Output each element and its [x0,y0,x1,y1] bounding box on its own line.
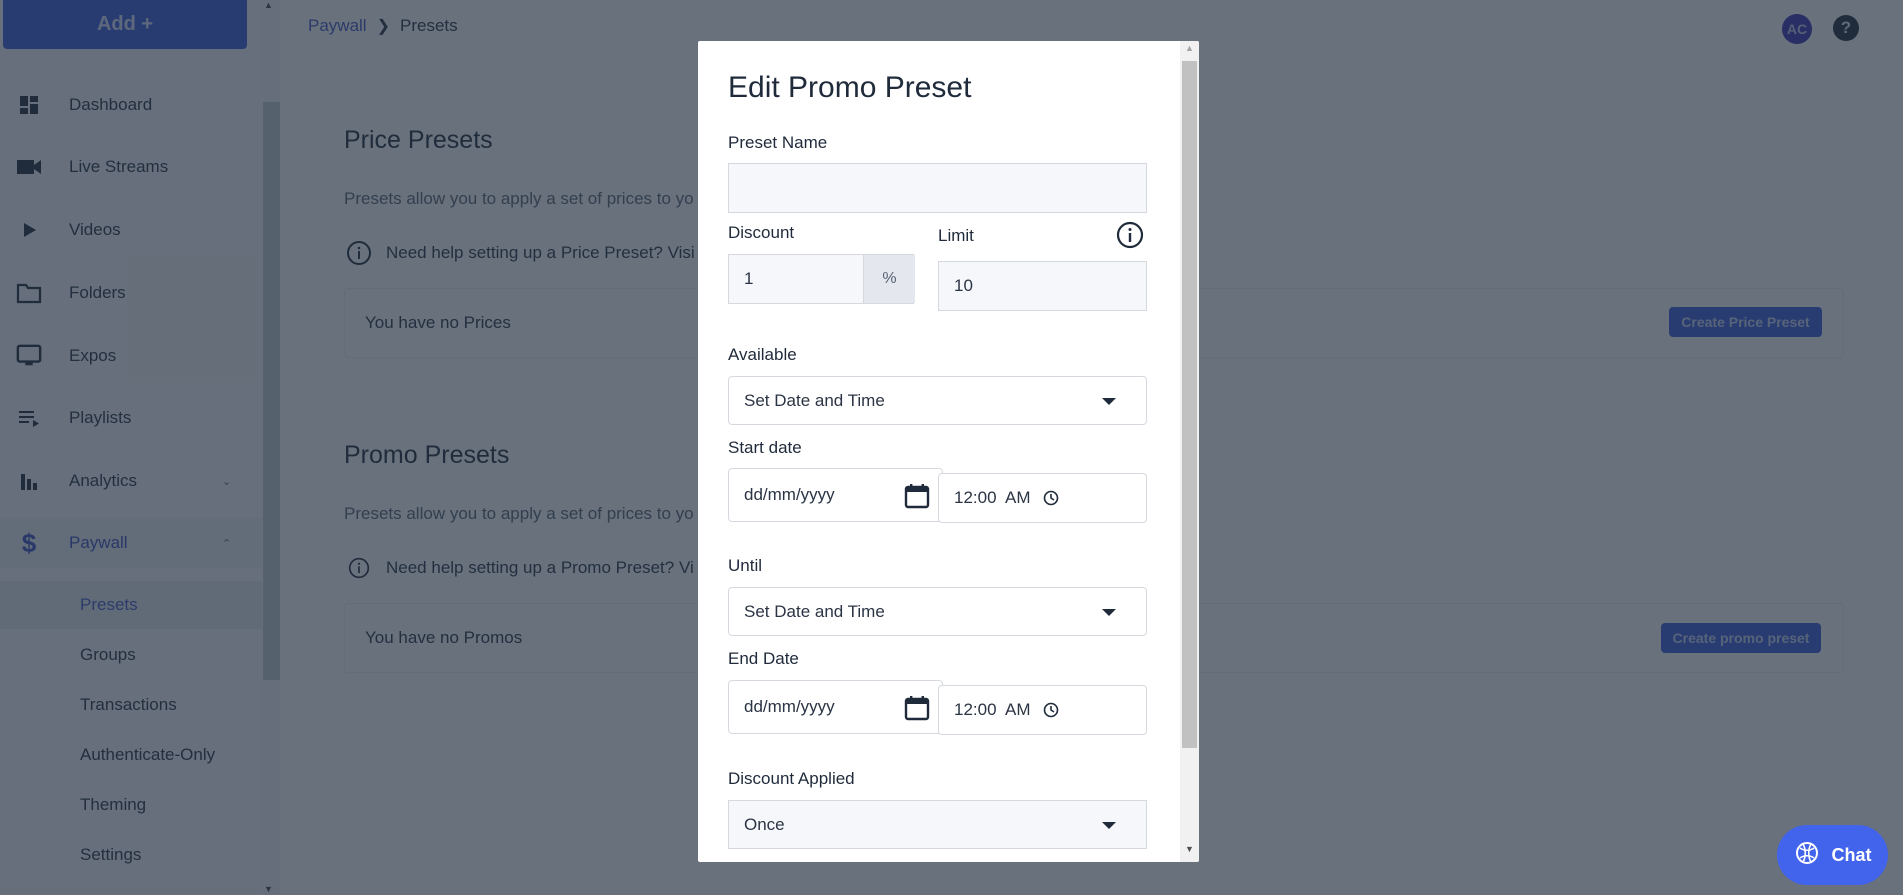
end-date-label: End Date [728,649,799,668]
discount-applied-select[interactable]: Once [728,800,1147,849]
scroll-down-arrow-icon[interactable]: ▼ [1185,844,1194,854]
chat-button[interactable]: Chat [1777,825,1888,885]
start-date-placeholder: dd/mm/yyyy [744,485,835,504]
discount-value: 1 [744,269,754,288]
preset-name-input[interactable] [728,163,1147,213]
limit-label: Limit [938,226,974,245]
end-date-input[interactable]: dd/mm/yyyy [728,680,943,734]
chat-globe-icon [1794,840,1820,871]
end-date-placeholder: dd/mm/yyyy [744,697,835,716]
start-date-label: Start date [728,438,802,457]
until-label: Until [728,556,763,575]
modal-title: Edit Promo Preset [728,71,972,104]
caret-down-icon [1102,608,1116,616]
available-selected: Set Date and Time [744,390,885,410]
percent-suffix: % [863,255,915,303]
caret-down-icon [1102,397,1116,405]
until-select[interactable]: Set Date and Time [728,587,1147,636]
discount-label: Discount [728,223,795,242]
preset-name-label: Preset Name [728,133,828,152]
caret-down-icon [1102,821,1116,829]
chat-label: Chat [1831,844,1872,865]
available-select[interactable]: Set Date and Time [728,376,1147,425]
end-time-input[interactable]: 12:00 AM [938,685,1147,735]
limit-input[interactable]: 10 [938,261,1147,311]
discount-input[interactable]: 1 % [728,254,915,304]
info-icon[interactable] [1116,221,1144,249]
start-date-input[interactable]: dd/mm/yyyy [728,468,943,522]
modal-scrollbar[interactable]: ▲ ▼ [1180,41,1199,862]
start-time-value: 12:00 AM [954,488,1031,507]
scroll-up-arrow-icon[interactable]: ▲ [1185,43,1194,53]
calendar-icon[interactable] [904,483,930,509]
discount-applied-label: Discount Applied [728,769,855,788]
calendar-icon[interactable] [904,695,930,721]
modal-scrollbar-thumb[interactable] [1182,61,1197,748]
start-time-input[interactable]: 12:00 AM [938,473,1147,523]
until-selected: Set Date and Time [744,601,885,621]
clock-icon[interactable] [1043,490,1059,506]
edit-promo-preset-modal: Edit Promo Preset Preset Name Discount 1… [698,41,1199,862]
discount-applied-selected: Once [744,814,785,834]
available-label: Available [728,345,797,364]
end-time-value: 12:00 AM [954,700,1031,719]
clock-icon[interactable] [1043,702,1059,718]
